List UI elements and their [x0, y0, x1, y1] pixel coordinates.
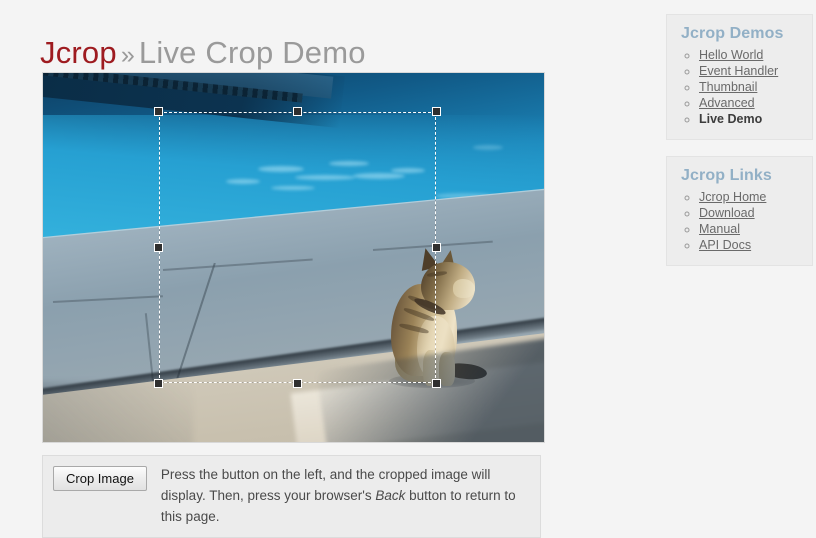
crop-instructions: Press the button on the left, and the cr…: [161, 464, 530, 527]
sidebar-list-demos: Hello World Event Handler Thumbnail Adva…: [677, 47, 802, 127]
sidebar-link-manual[interactable]: Manual: [699, 222, 740, 236]
crop-widget[interactable]: [42, 72, 545, 443]
sidebar-box-links: Jcrop Links Jcrop Home Download Manual A…: [666, 156, 813, 266]
sidebar: Jcrop Demos Hello World Event Handler Th…: [666, 14, 813, 282]
water-ripple: [473, 145, 503, 150]
list-item-current: Live Demo: [699, 111, 802, 127]
list-item[interactable]: Jcrop Home: [699, 189, 802, 205]
cat-muzzle: [453, 279, 475, 298]
sidebar-heading-demos: Jcrop Demos: [681, 25, 784, 42]
list-item[interactable]: Event Handler: [699, 63, 802, 79]
sidebar-link-api-docs[interactable]: API Docs: [699, 238, 751, 252]
sidebar-list-links: Jcrop Home Download Manual API Docs: [677, 189, 802, 253]
sidebar-link-event-handler[interactable]: Event Handler: [699, 64, 778, 78]
crop-handle-s-icon[interactable]: [292, 379, 302, 388]
instructions-emphasis: Back: [375, 488, 406, 503]
sidebar-link-advanced[interactable]: Advanced: [699, 96, 755, 110]
page-subtitle: Live Crop Demo: [138, 34, 366, 70]
list-item[interactable]: Download: [699, 205, 802, 221]
sidebar-link-hello-world[interactable]: Hello World: [699, 48, 763, 62]
page-title: Jcrop» Live Crop Demo: [40, 35, 366, 71]
crop-handle-ne-icon[interactable]: [432, 107, 441, 116]
brand-name: Jcrop: [40, 34, 117, 70]
main-column: [42, 72, 545, 443]
crop-image-button[interactable]: Crop Image: [53, 466, 147, 491]
sidebar-link-jcrop-home[interactable]: Jcrop Home: [699, 190, 766, 204]
sidebar-heading-links: Jcrop Links: [681, 167, 772, 184]
crop-handle-se-icon[interactable]: [432, 379, 441, 388]
list-item[interactable]: Hello World: [699, 47, 802, 63]
crop-selection[interactable]: [154, 107, 441, 388]
title-separator: »: [120, 40, 135, 69]
list-item[interactable]: Advanced: [699, 95, 802, 111]
sidebar-link-download[interactable]: Download: [699, 206, 755, 220]
list-item[interactable]: API Docs: [699, 237, 802, 253]
crop-handle-sw-icon[interactable]: [154, 379, 163, 388]
crop-handle-w-icon[interactable]: [154, 242, 163, 252]
list-item[interactable]: Manual: [699, 221, 802, 237]
crop-handle-nw-icon[interactable]: [154, 107, 163, 116]
crop-handle-n-icon[interactable]: [292, 107, 302, 116]
crop-handle-e-icon[interactable]: [432, 242, 441, 252]
sidebar-current-live-demo: Live Demo: [699, 112, 763, 126]
list-item[interactable]: Thumbnail: [699, 79, 802, 95]
deck-left-shadow: [43, 382, 193, 442]
crop-action-panel: Crop Image Press the button on the left,…: [42, 455, 541, 538]
sidebar-box-demos: Jcrop Demos Hello World Event Handler Th…: [666, 14, 813, 140]
sidebar-link-thumbnail[interactable]: Thumbnail: [699, 80, 757, 94]
